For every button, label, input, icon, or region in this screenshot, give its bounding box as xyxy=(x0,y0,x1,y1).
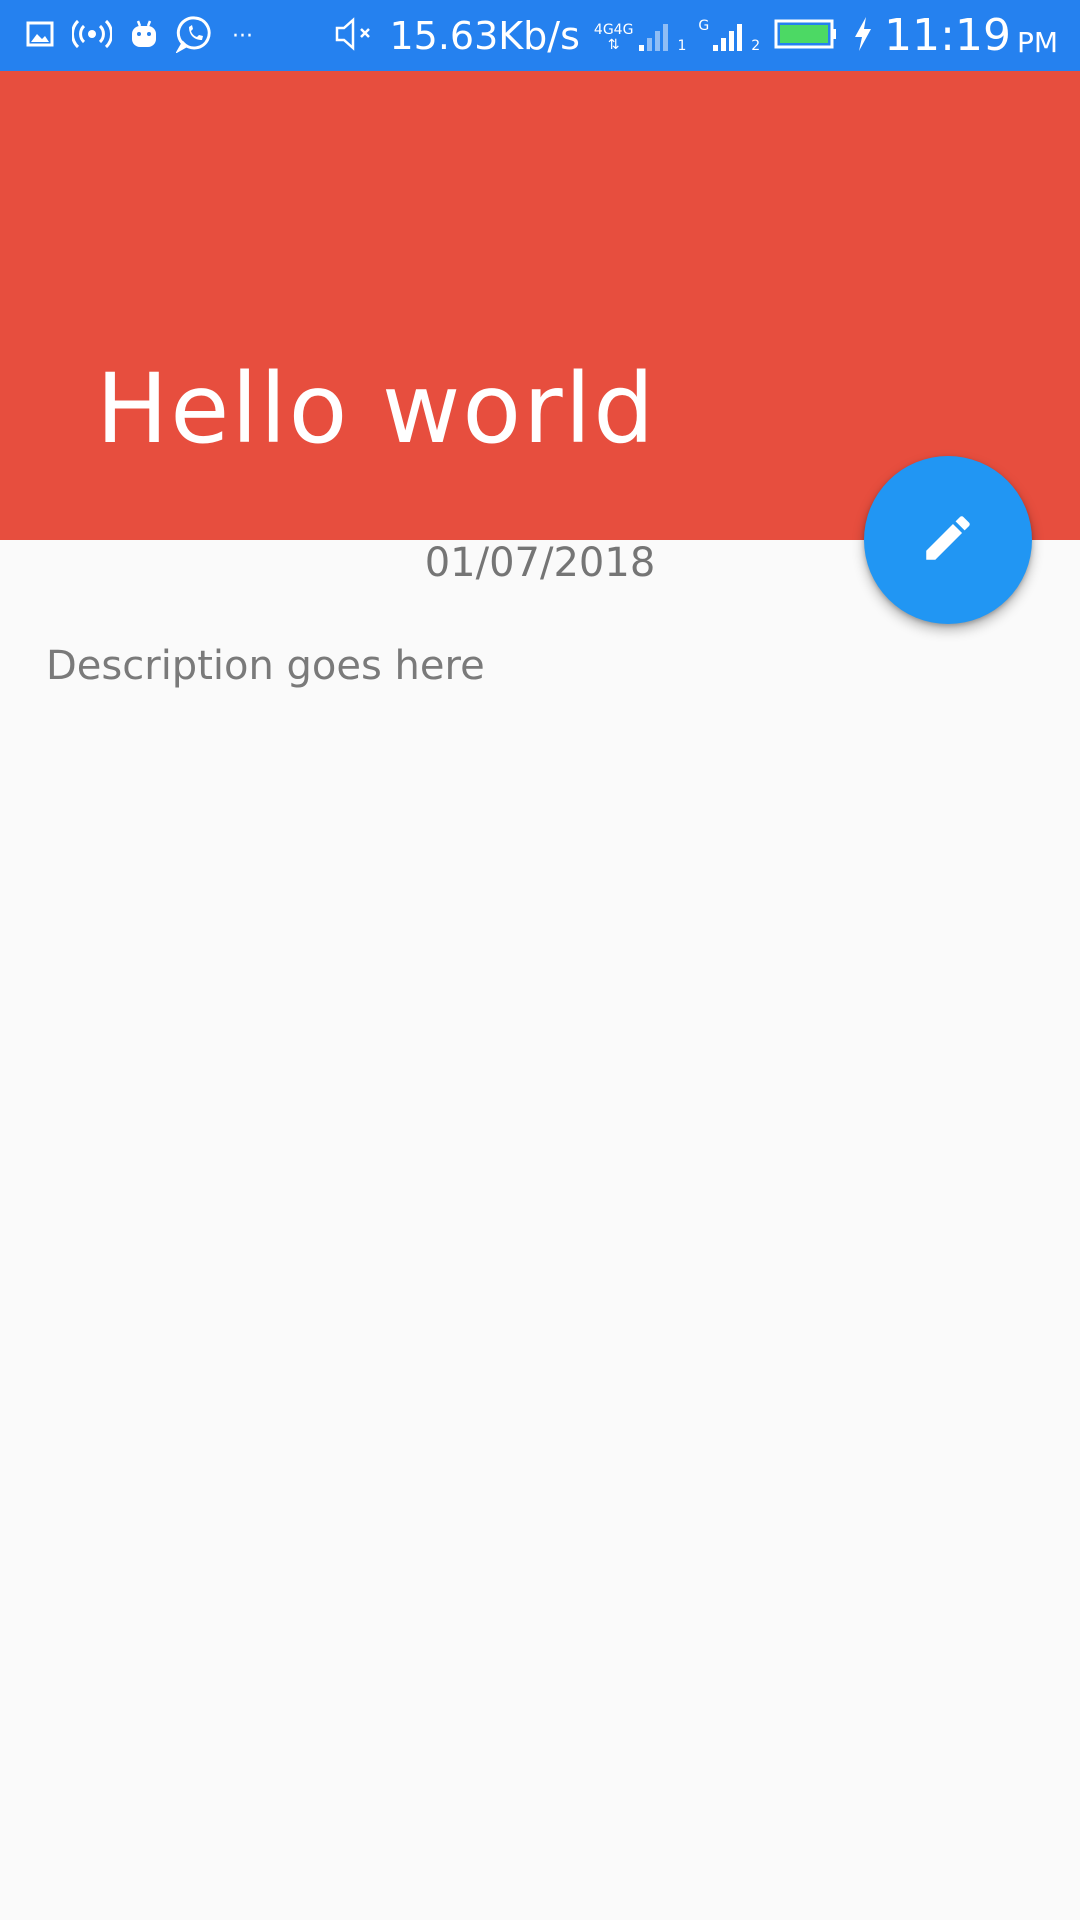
edit-fab-button[interactable] xyxy=(864,456,1032,624)
system-icons: 15.63Kb/s 4G4G ⇅ 1 G 2 11:19 PM xyxy=(333,0,1058,71)
status-bar: ··· 15.63Kb/s 4G4G ⇅ 1 G 2 11:19 PM xyxy=(0,0,1080,71)
edit-pencil-icon xyxy=(919,509,977,571)
sim1-signal-icon: 4G4G ⇅ 1 xyxy=(593,21,687,54)
clock-ampm: PM xyxy=(1016,26,1058,59)
mute-icon xyxy=(333,16,377,56)
whatsapp-icon xyxy=(174,15,214,57)
android-icon xyxy=(130,19,158,53)
charging-icon xyxy=(852,15,874,57)
notification-icons: ··· xyxy=(26,16,253,56)
description-text: Description goes here xyxy=(46,643,485,689)
hotspot-icon xyxy=(71,19,113,53)
gallery-icon xyxy=(26,20,54,52)
more-notifications-icon: ··· xyxy=(232,23,253,49)
battery-icon xyxy=(774,18,838,54)
network-speed: 15.63Kb/s xyxy=(389,13,580,58)
page-title: Hello world xyxy=(96,353,657,465)
sim2-signal-icon: G 2 xyxy=(698,17,761,54)
clock-time: 11:19 xyxy=(884,10,1011,61)
